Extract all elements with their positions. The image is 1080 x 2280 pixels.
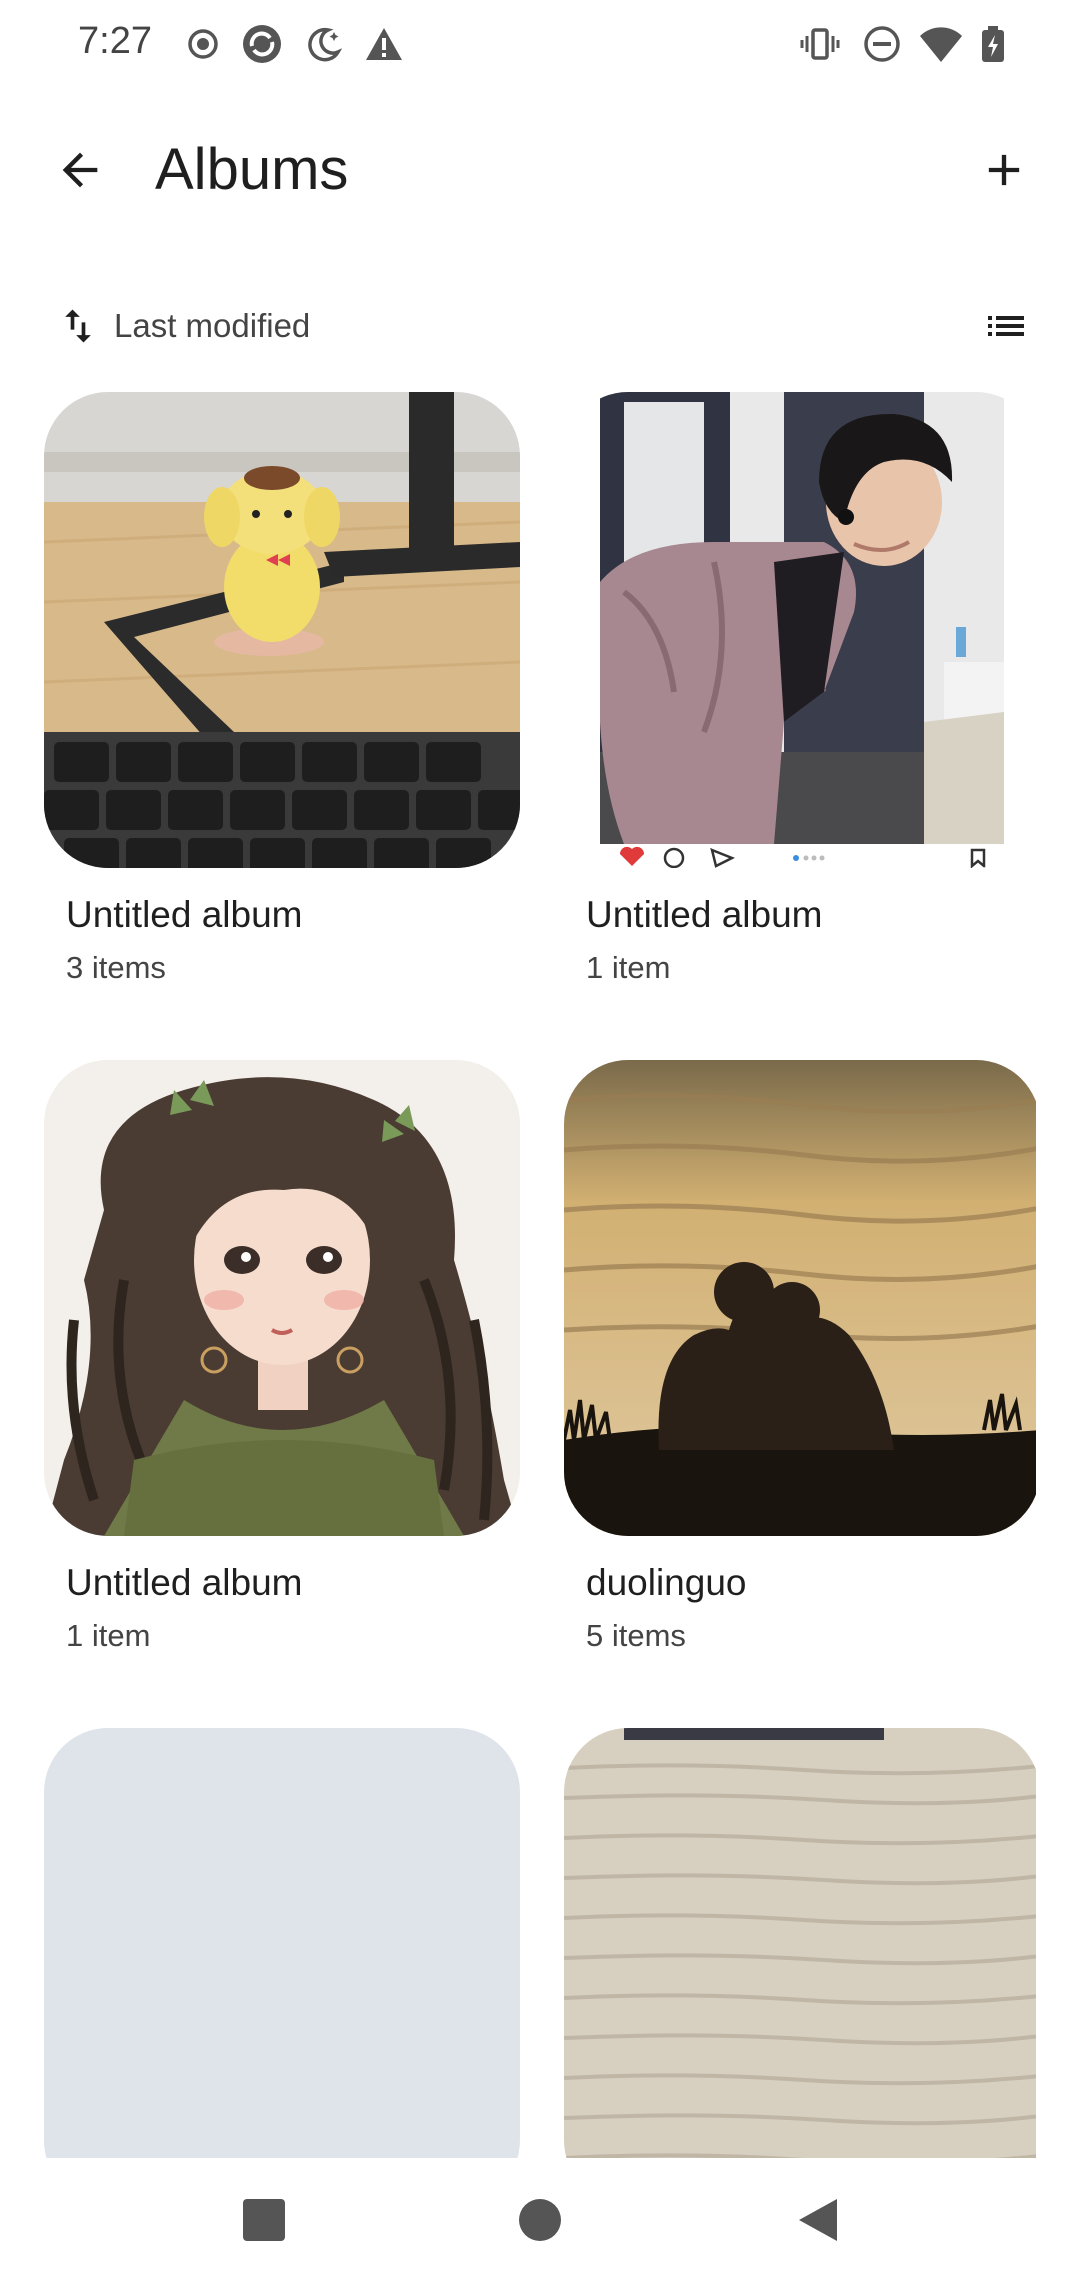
home-circle-icon: [519, 2199, 561, 2241]
do-not-disturb-icon: [862, 24, 902, 64]
night-mode-icon: [304, 24, 344, 64]
album-item-count: 1 item: [586, 950, 671, 985]
warning-icon: [364, 24, 404, 64]
album-thumbnail[interactable]: [44, 1060, 520, 1536]
album-title: Untitled album: [586, 894, 823, 935]
album-thumbnail-placeholder[interactable]: [44, 1728, 520, 2158]
add-album-button[interactable]: [968, 134, 1040, 206]
swap-vertical-icon: [65, 309, 91, 343]
album-card[interactable]: [564, 1728, 1036, 2158]
recents-square-icon: [243, 2199, 285, 2241]
album-item-count: 1 item: [66, 1618, 151, 1653]
album-title: Untitled album: [66, 1562, 303, 1603]
sort-row: Last modified: [0, 290, 1080, 360]
list-view-icon: [988, 316, 1024, 336]
status-time: 7:27: [78, 20, 152, 62]
album-grid: Untitled album 3 items Untitled album 1 …: [44, 392, 1036, 2158]
album-title: duolinguo: [586, 1562, 747, 1603]
system-back-button[interactable]: [786, 2188, 850, 2252]
album-thumbnail[interactable]: [564, 1060, 1036, 1536]
status-bar: 7:27: [0, 0, 1080, 90]
battery-charging-icon: [976, 24, 1010, 64]
wifi-icon: [918, 24, 964, 64]
sort-button[interactable]: Last modified: [56, 298, 310, 354]
album-card[interactable]: [44, 1728, 520, 2158]
back-button[interactable]: [44, 134, 116, 206]
album-item-count: 3 items: [66, 950, 166, 985]
back-triangle-icon: [799, 2199, 837, 2241]
album-item-count: 5 items: [586, 1618, 686, 1653]
app-bar: Albums: [0, 110, 1080, 230]
recents-button[interactable]: [232, 2188, 296, 2252]
sync-icon: [240, 22, 284, 66]
add-icon: [988, 154, 1020, 186]
arrow-back-icon: [62, 152, 98, 188]
list-view-button[interactable]: [974, 294, 1038, 358]
album-thumbnail[interactable]: [564, 392, 1036, 868]
album-card[interactable]: Untitled album 1 item: [44, 1060, 520, 1654]
sort-label: Last modified: [114, 307, 311, 344]
home-button[interactable]: [508, 2188, 572, 2252]
album-card[interactable]: Untitled album 3 items: [44, 392, 520, 986]
system-nav-bar: [0, 2158, 1080, 2280]
album-thumbnail[interactable]: [564, 1728, 1036, 2158]
album-thumbnail[interactable]: [44, 392, 520, 868]
album-card[interactable]: Untitled album 1 item: [564, 392, 1036, 986]
album-card[interactable]: duolinguo 5 items: [564, 1060, 1036, 1654]
page-title: Albums: [155, 137, 349, 202]
vibrate-icon: [800, 24, 840, 64]
album-title: Untitled album: [66, 894, 303, 935]
record-icon: [183, 24, 223, 64]
